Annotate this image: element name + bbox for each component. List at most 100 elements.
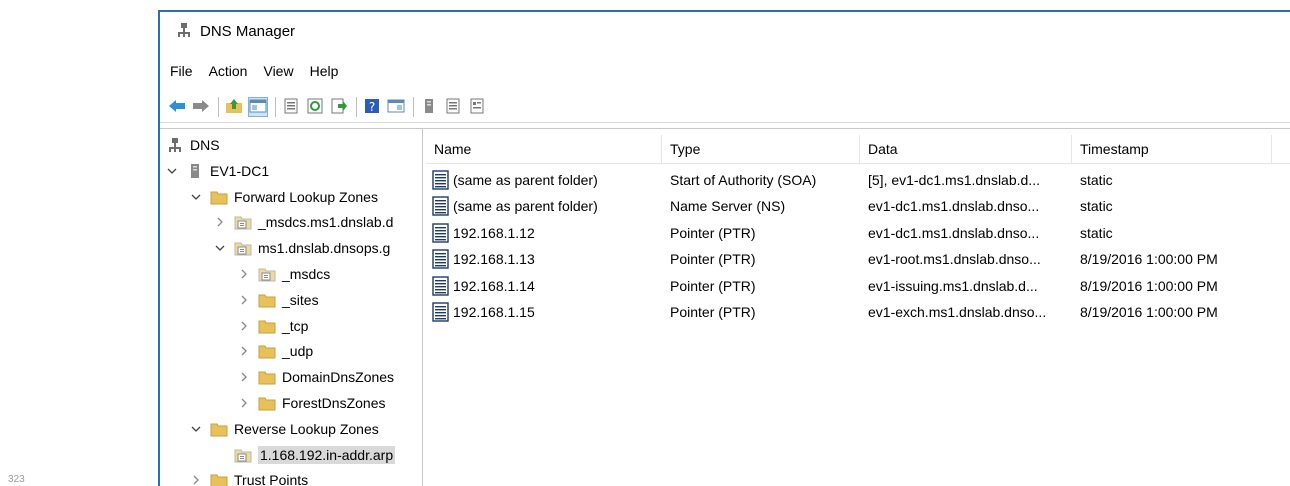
chevron-right-icon[interactable] xyxy=(190,474,202,486)
dns-manager-window: DNS Manager File Action View Help ? DNS E… xyxy=(158,10,1290,486)
tree-node-label: _tcp xyxy=(282,317,309,334)
chevron-right-icon[interactable] xyxy=(238,294,250,306)
page-number: 323 xyxy=(8,474,25,485)
cell-type: Pointer (PTR) xyxy=(670,273,860,299)
back-arrow-button[interactable] xyxy=(168,98,186,116)
menu-view[interactable]: View xyxy=(263,63,293,79)
cell-text: 8/19/2016 1:00:00 PM xyxy=(1080,277,1218,294)
cell-text: ev1-issuing.ms1.dnslab.d... xyxy=(868,277,1038,294)
tree-node-label: Reverse Lookup Zones xyxy=(234,420,379,437)
cell-text: ev1-dc1.ms1.dnslab.dnso... xyxy=(868,224,1040,241)
table-row[interactable]: (same as parent folder) Start of Authorit… xyxy=(426,167,1290,193)
record-list: Name Type Data Timestamp (same as parent fo… xyxy=(426,129,1290,486)
tree-node-label: DNS xyxy=(190,137,220,153)
up-folder-button[interactable] xyxy=(225,98,243,116)
cell-name: (same as parent folder) xyxy=(432,193,662,219)
tree-node[interactable]: EV1-DC1 xyxy=(166,159,269,183)
refresh-icon xyxy=(306,98,324,117)
cell-data: [5], ev1-dc1.ms1.dnslab.d... xyxy=(868,167,1072,193)
help-button[interactable]: ? xyxy=(363,98,381,116)
back-arrow-icon xyxy=(168,98,186,117)
chevron-right-icon[interactable] xyxy=(238,345,250,357)
chevron-right-icon[interactable] xyxy=(238,268,250,280)
tree-node[interactable]: _udp xyxy=(238,339,313,363)
tree-node[interactable]: DomainDnsZones xyxy=(238,365,394,389)
chevron-down-icon[interactable] xyxy=(190,191,202,203)
folder-icon xyxy=(210,472,228,486)
chevron-right-icon[interactable] xyxy=(214,216,226,228)
tree-node-label: EV1-DC1 xyxy=(210,162,270,179)
chevron-right-icon[interactable] xyxy=(238,320,250,332)
tree-node[interactable]: 1.168.192.in-addr.arp xyxy=(214,443,396,467)
tree-node-label: ms1.dnslab.dnsops.g xyxy=(258,240,391,257)
document-button[interactable] xyxy=(468,98,486,116)
tree-node[interactable]: ForestDnsZones xyxy=(238,391,385,415)
list-header: Name Type Data Timestamp xyxy=(426,135,1290,164)
export-list-button[interactable] xyxy=(330,98,348,116)
table-row[interactable]: 192.168.1.12 Pointer (PTR) ev1-dc1.ms1.dns… xyxy=(426,220,1290,246)
cell-text: Pointer (PTR) xyxy=(670,304,756,320)
cell-type: Start of Authority (SOA) xyxy=(670,167,860,193)
tree-node-label: _msdcs xyxy=(282,266,331,282)
tree-node[interactable]: _tcp xyxy=(238,314,308,338)
column-header-name[interactable]: Name xyxy=(426,135,662,163)
refresh-button[interactable] xyxy=(306,98,324,116)
table-row[interactable]: (same as parent folder) Name Server (NS) e… xyxy=(426,193,1290,219)
table-row[interactable]: 192.168.1.13 Pointer (PTR) ev1-root.ms1.dn… xyxy=(426,246,1290,272)
console-view-button[interactable] xyxy=(387,98,405,116)
menu-file[interactable]: File xyxy=(170,63,193,79)
list-view-button[interactable] xyxy=(444,98,462,116)
dns-record-icon xyxy=(432,275,449,296)
tree-node[interactable]: Forward Lookup Zones xyxy=(190,185,378,209)
properties-button[interactable] xyxy=(282,98,300,116)
tree-node-label: 1.168.192.in-addr.arp xyxy=(258,445,396,464)
column-header-timestamp[interactable]: Timestamp xyxy=(1072,135,1272,163)
column-header-type[interactable]: Type xyxy=(662,135,860,163)
chevron-down-icon[interactable] xyxy=(190,423,202,435)
folder-icon xyxy=(258,318,276,334)
show-hide-console-tree-button[interactable] xyxy=(248,97,268,117)
tree-node-label: Trust Points xyxy=(234,472,309,486)
tree-node[interactable]: Trust Points xyxy=(190,468,308,486)
tree-node[interactable]: Reverse Lookup Zones xyxy=(190,417,379,441)
cell-text: static xyxy=(1080,224,1113,241)
menu-action[interactable]: Action xyxy=(209,63,248,79)
server-button[interactable] xyxy=(420,98,438,116)
cell-text: 8/19/2016 1:00:00 PM xyxy=(1080,251,1218,268)
cell-timestamp: static xyxy=(1080,167,1272,193)
dns-record-icon xyxy=(432,170,449,190)
chevron-down-icon[interactable] xyxy=(166,165,178,177)
folder-icon xyxy=(210,189,228,205)
dns-record-icon xyxy=(432,249,449,269)
cell-text: static xyxy=(1080,172,1113,188)
table-row[interactable]: 192.168.1.15 Pointer (PTR) ev1-exch.ms1.dn… xyxy=(426,299,1290,325)
zone-icon xyxy=(258,266,276,282)
cell-type: Pointer (PTR) xyxy=(670,220,860,246)
cell-name: (same as parent folder) xyxy=(432,167,662,193)
server-icon xyxy=(186,163,204,179)
cell-text: ev1-dc1.ms1.dnslab.dnso... xyxy=(868,198,1040,215)
chevron-right-icon[interactable] xyxy=(238,397,250,409)
folder-icon xyxy=(258,369,276,385)
chevron-down-icon[interactable] xyxy=(214,242,226,254)
cell-text: Name Server (NS) xyxy=(670,198,786,215)
menu-bar: File Action View Help xyxy=(160,58,1290,84)
table-row[interactable]: 192.168.1.14 Pointer (PTR) ev1-issuing.ms1… xyxy=(426,273,1290,299)
menu-help[interactable]: Help xyxy=(310,63,339,79)
dns-server-icon xyxy=(166,137,184,153)
tree-node[interactable]: _msdcs xyxy=(238,262,330,286)
tree-node[interactable]: _sites xyxy=(238,288,319,312)
cell-text: (same as parent folder) xyxy=(453,198,598,215)
panes: DNS EV1-DC1 Forward Lookup Zones _msdcs.ms1… xyxy=(160,128,1290,486)
column-header-data[interactable]: Data xyxy=(860,135,1072,163)
chevron-right-icon[interactable] xyxy=(238,371,250,383)
zone-icon xyxy=(234,447,252,463)
cell-text: Pointer (PTR) xyxy=(670,224,756,241)
folder-icon xyxy=(258,395,276,411)
tree-node[interactable]: DNS xyxy=(166,133,220,157)
tree-node[interactable]: ms1.dnslab.dnsops.g xyxy=(214,236,390,260)
tree-node[interactable]: _msdcs.ms1.dnslab.d xyxy=(214,210,393,234)
cell-text: ev1-exch.ms1.dnslab.dnso... xyxy=(868,304,1047,320)
tree-node-label: ForestDnsZones xyxy=(282,395,386,411)
forward-arrow-button[interactable] xyxy=(192,98,210,116)
